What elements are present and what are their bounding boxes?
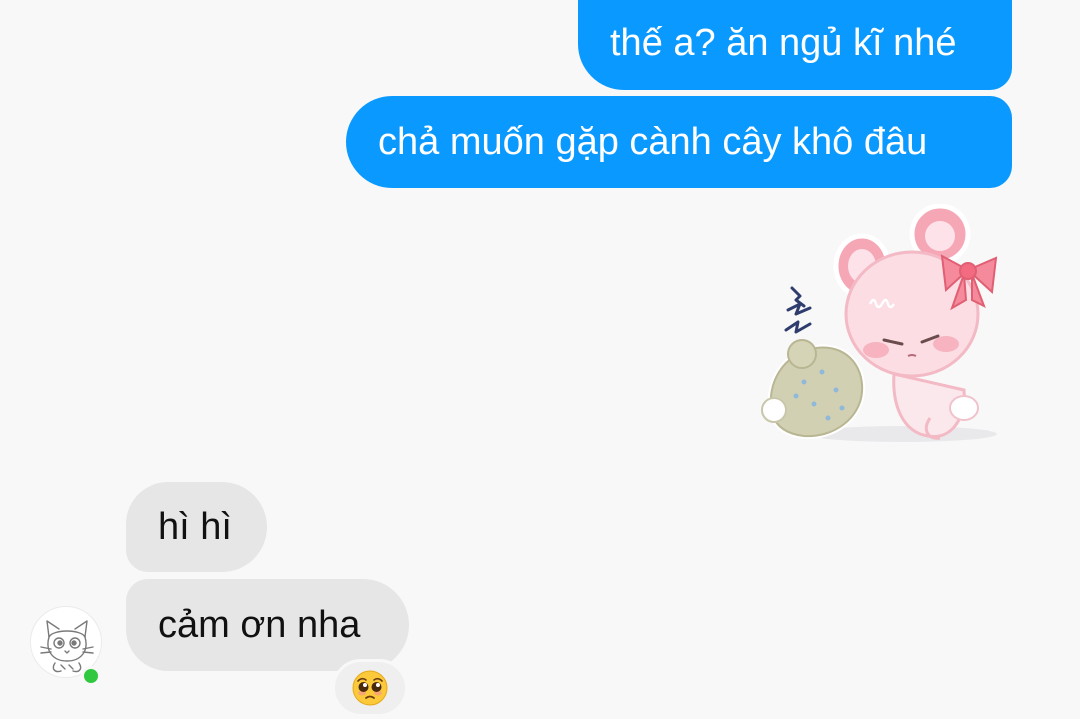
outgoing-message[interactable]: chả muốn gặp cành cây khô đâu [346,96,1012,188]
incoming-message[interactable]: hì hì [126,482,267,572]
message-text: thế a? ăn ngủ kĩ nhé [610,22,957,64]
pleading-face-emoji-icon [352,670,388,706]
online-status-indicator [81,666,101,686]
pink-bunny-sticker-icon[interactable] [752,203,1012,449]
outgoing-message[interactable]: thế a? ăn ngủ kĩ nhé [578,0,1012,90]
message-text: hì hì [158,506,232,548]
message-reaction[interactable] [332,659,408,717]
message-text: cảm ơn nha [158,604,361,646]
incoming-message[interactable]: cảm ơn nha [126,579,409,671]
message-text: chả muốn gặp cành cây khô đâu [378,121,928,163]
chat-thread: thế a? ăn ngủ kĩ nhé chả muốn gặp cành c… [0,0,1080,719]
